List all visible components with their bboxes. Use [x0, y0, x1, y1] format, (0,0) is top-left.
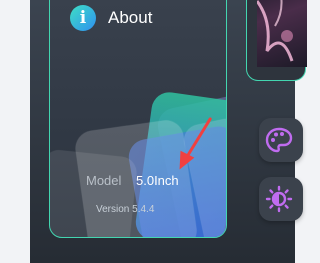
preview-thumbnail [257, 0, 307, 67]
about-card[interactable]: i About Model 5.0Inch Version 5.4.4 [49, 0, 227, 238]
about-artwork [50, 92, 226, 237]
brightness-icon [265, 185, 293, 213]
about-title: About [108, 8, 153, 27]
theme-button[interactable] [259, 118, 303, 162]
brightness-button[interactable] [259, 177, 303, 221]
model-label: Model [86, 173, 122, 188]
model-value: 5.0Inch [136, 173, 179, 188]
preview-card[interactable] [246, 0, 307, 81]
palette-icon [265, 127, 293, 153]
info-icon: i [70, 5, 96, 31]
version-label: Version 5.4.4 [96, 204, 155, 215]
